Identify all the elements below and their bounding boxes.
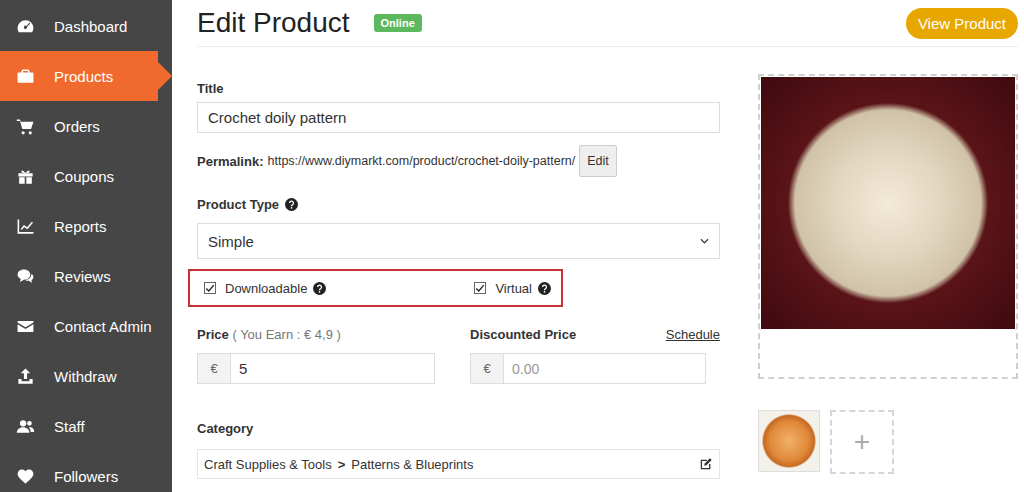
sidebar-item[interactable]: Reports (0, 201, 172, 251)
product-form: Title Crochet doily pattern Permalink: h… (197, 73, 720, 479)
featured-image-box[interactable] (758, 74, 1018, 379)
sidebar: Dashboard Products Orders Coupons Report… (0, 0, 172, 492)
status-badge: Online (374, 14, 422, 32)
product-type-label: Product Type (197, 197, 720, 212)
help-icon[interactable] (313, 282, 326, 295)
sidebar-item[interactable]: Dashboard (0, 1, 172, 51)
permalink-edit-button[interactable]: Edit (579, 145, 617, 177)
vendor-dashboard: Dashboard Products Orders Coupons Report… (0, 0, 1024, 492)
discounted-price-input[interactable]: € 0.00 (470, 353, 706, 384)
dashboard-icon (16, 17, 35, 36)
view-product-button[interactable]: View Product (906, 8, 1018, 39)
sidebar-item[interactable]: Coupons (0, 151, 172, 201)
schedule-link[interactable]: Schedule (666, 327, 720, 342)
permalink-row: Permalink: https://www.diymarkt.com/prod… (197, 145, 720, 177)
discounted-price-label: Discounted Price Schedule (470, 327, 720, 342)
upload-icon (16, 367, 35, 386)
title-label: Title (197, 81, 720, 96)
add-image-button[interactable]: + (830, 410, 894, 474)
gallery: + (758, 410, 1018, 474)
cart-icon (16, 117, 35, 136)
active-arrow (158, 62, 172, 90)
page-header: Edit Product Online View Product (197, 0, 1018, 47)
check-icon (205, 283, 215, 293)
product-options: Downloadable Virtual (188, 269, 563, 307)
sidebar-item[interactable]: Staff (0, 401, 172, 451)
users-icon (16, 417, 35, 436)
title-input[interactable]: Crochet doily pattern (197, 102, 720, 133)
sidebar-item[interactable]: Contact Admin (0, 301, 172, 351)
heart-icon (16, 467, 35, 486)
option-checkbox[interactable]: Downloadable (204, 281, 474, 296)
gift-icon (16, 167, 35, 186)
check-icon (475, 283, 485, 293)
help-icon[interactable] (285, 198, 298, 211)
checkbox[interactable] (474, 282, 486, 294)
chart-icon (16, 217, 35, 236)
sidebar-item[interactable]: Products (0, 51, 158, 101)
category-field[interactable]: Craft Supplies & Tools> Patterns & Bluep… (197, 449, 720, 479)
category-label: Category (197, 421, 720, 436)
page-title: Edit Product (197, 7, 350, 39)
sidebar-item[interactable]: Withdraw (0, 351, 172, 401)
chevron-down-icon (700, 238, 709, 244)
main-content: Edit Product Online View Product Title C… (172, 0, 1024, 492)
chat-icon (16, 267, 35, 286)
permalink-url: https://www.diymarkt.com/product/crochet… (267, 154, 575, 168)
product-image (761, 77, 1015, 329)
gallery-thumbnail[interactable] (758, 410, 820, 472)
option-checkbox[interactable]: Virtual (474, 281, 551, 296)
product-type-select[interactable]: Simple (197, 223, 720, 259)
sidebar-item[interactable]: Orders (0, 101, 172, 151)
envelope-icon (16, 317, 35, 336)
briefcase-icon (16, 67, 35, 86)
product-media: + (758, 73, 1018, 479)
price-label: Price ( You Earn : € 4,9 ) (197, 327, 470, 342)
sidebar-item[interactable]: Followers (0, 451, 172, 492)
edit-icon[interactable] (699, 457, 713, 471)
sidebar-item[interactable]: Reviews (0, 251, 172, 301)
help-icon[interactable] (538, 282, 551, 295)
price-input[interactable]: € 5 (197, 353, 435, 384)
checkbox[interactable] (204, 282, 216, 294)
price-section: Price ( You Earn : € 4,9 ) € 5 Discounte… (197, 327, 720, 384)
